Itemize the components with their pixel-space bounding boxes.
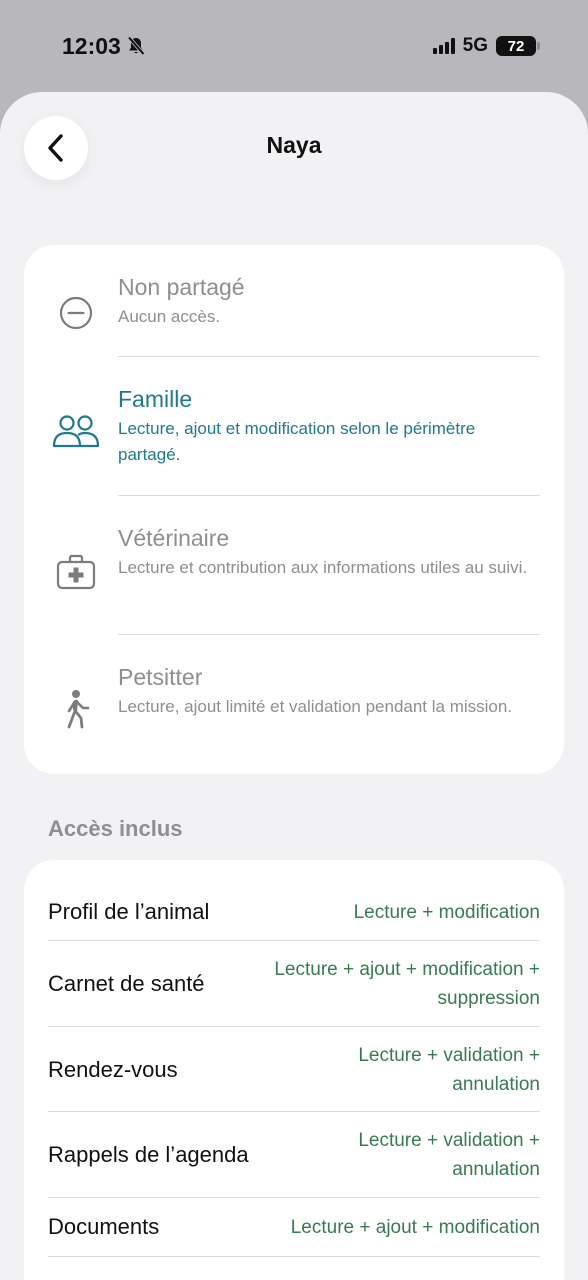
share-option-veterinaire[interactable]: Vétérinaire Lecture et contribution aux … (24, 524, 564, 634)
access-label: Profil de l’animal (48, 899, 210, 924)
battery-icon: 72 (496, 36, 540, 56)
signal-icon (432, 38, 455, 54)
status-left: 12:03 (62, 33, 145, 60)
divider (48, 1256, 540, 1257)
access-row: Profil de l’animal Lecture + modificatio… (48, 882, 540, 942)
access-row: Carnet de santé Lecture + ajout + modifi… (48, 941, 540, 1026)
status-time: 12:03 (62, 32, 121, 59)
access-value: Lecture + ajout + modification + suppres… (274, 958, 540, 1009)
share-option-description: Aucun accès. (118, 307, 221, 326)
share-option-petsitter[interactable]: Petsitter Lecture, ajout limité et valid… (24, 663, 564, 773)
medical-case-icon (52, 548, 100, 596)
share-option-famille[interactable]: Famille Lecture, ajout et modification s… (24, 385, 564, 495)
share-option-title: Vétérinaire (118, 525, 230, 551)
status-bar: 12:03 5G 72 (0, 0, 588, 92)
access-label: Rendez-vous (48, 1056, 178, 1082)
divider (118, 495, 540, 496)
included-access-card: Profil de l’animal Lecture + modificatio… (24, 860, 564, 1280)
share-option-non-partage[interactable]: Non partagé Aucun accès. (24, 273, 564, 355)
nav-bar: Naya (0, 92, 588, 202)
access-row: Rendez-vous Lecture + validation + annul… (48, 1027, 540, 1112)
sharing-options-card: Non partagé Aucun accès. Famille Lecture… (24, 245, 564, 774)
walking-person-icon (52, 685, 100, 733)
section-title-acces-inclus: Accès inclus (48, 816, 183, 841)
network-label: 5G (462, 35, 488, 56)
share-option-text: Vétérinaire Lecture et contribution aux … (118, 524, 540, 581)
page-title: Naya (266, 132, 322, 158)
share-option-title: Non partagé (118, 274, 245, 300)
share-option-title: Petsitter (118, 664, 203, 690)
access-label: Carnet de santé (48, 970, 205, 996)
access-value: Lecture + modification (353, 901, 540, 923)
divider (118, 356, 540, 357)
share-option-description: Lecture, ajout limité et validation pend… (118, 697, 513, 716)
share-option-description: Lecture et contribution aux informations… (118, 558, 528, 577)
divider (118, 634, 540, 635)
share-option-text: Petsitter Lecture, ajout limité et valid… (118, 663, 540, 720)
bell-slash-icon (127, 36, 145, 56)
access-row: Documents Lecture + ajout + modification (48, 1198, 540, 1256)
access-label: Rappels de l’agenda (48, 1141, 249, 1167)
minus-circle-icon (52, 289, 100, 337)
share-option-title: Famille (118, 386, 193, 412)
access-value: Lecture + validation + annulation (358, 1044, 540, 1095)
access-row: Rappels de l’agenda Lecture + validation… (48, 1112, 540, 1197)
people-icon (52, 407, 100, 455)
share-option-text: Non partagé Aucun accès. (118, 273, 540, 330)
share-option-description: Lecture, ajout et modification selon le … (118, 419, 476, 464)
access-label: Documents (48, 1214, 160, 1239)
access-value: Lecture + validation + annulation (358, 1129, 540, 1180)
share-option-text: Famille Lecture, ajout et modification s… (118, 385, 540, 468)
sheet: Naya Non partagé Aucun accès. Famille Le… (0, 92, 588, 1280)
battery-level: 72 (507, 37, 525, 55)
status-right: 5G 72 (432, 35, 540, 57)
access-value: Lecture + ajout + modification (290, 1216, 540, 1238)
